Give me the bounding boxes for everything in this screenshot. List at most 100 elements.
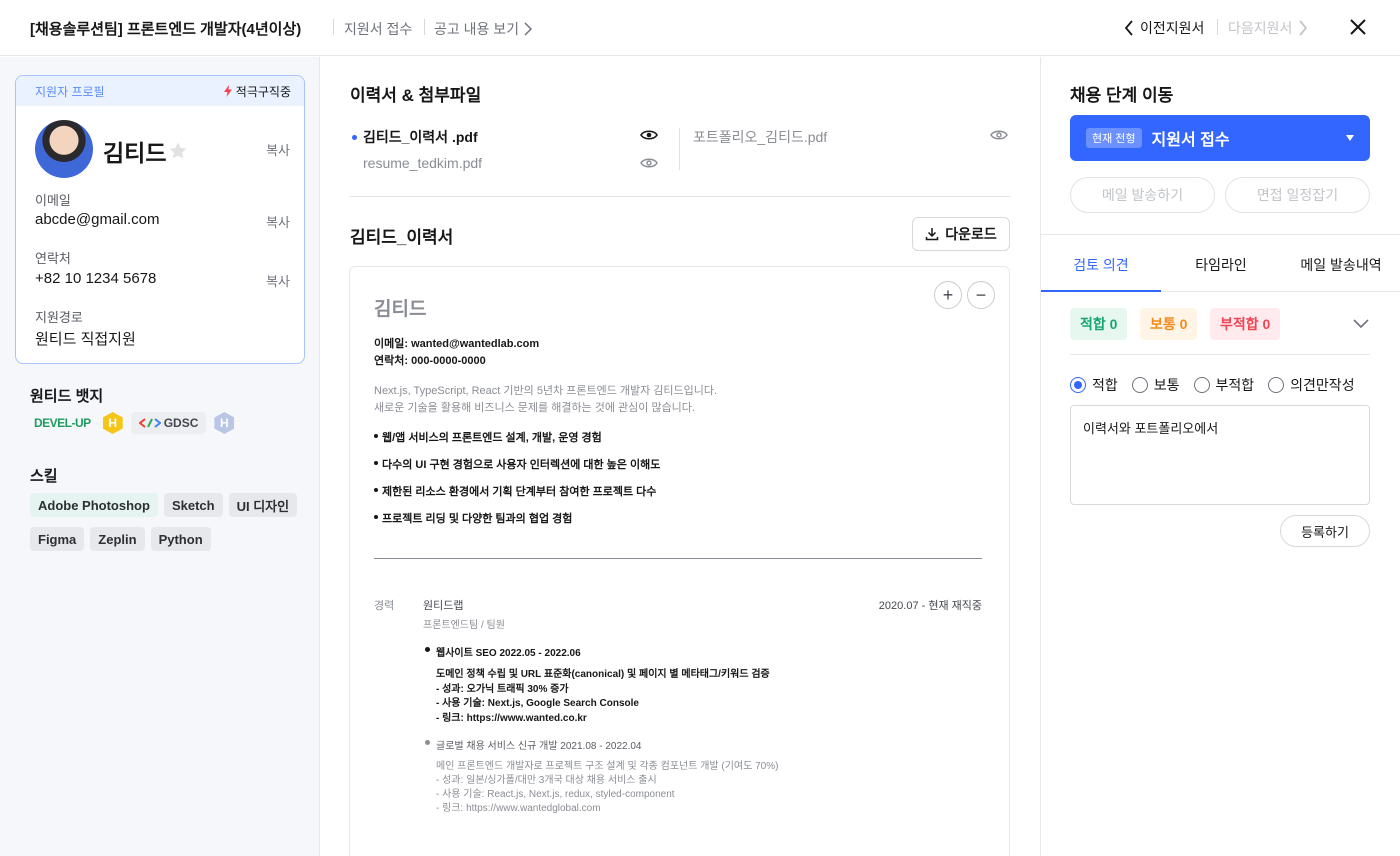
gdsc-badge: GDSC xyxy=(130,412,207,434)
eye-icon[interactable] xyxy=(640,157,658,169)
profile-card-label: 지원자 프로필 xyxy=(35,84,105,99)
project-line: - 링크: https://www.wanted.co.kr xyxy=(436,713,587,724)
career-period: 2020.07 - 현재 재직중 xyxy=(878,600,982,612)
chevron-right-icon xyxy=(1299,20,1308,36)
star-icon[interactable] xyxy=(168,141,188,161)
skill-tag: UI 디자인 xyxy=(228,493,298,517)
email-value: abcde@gmail.com xyxy=(35,211,160,228)
divider xyxy=(333,19,334,35)
radio-unfit[interactable]: 부적합 xyxy=(1193,375,1254,395)
unfit-count-chip: 부적합 0 xyxy=(1210,308,1281,340)
radio-circle xyxy=(1268,377,1285,393)
radio-comment-only[interactable]: 의견만작성 xyxy=(1268,375,1355,395)
project-line: - 사용 기술: React.js, Next.js, redux, style… xyxy=(436,789,675,800)
file-name: resume_tedkim.pdf xyxy=(363,155,483,171)
resume-email: 이메일: wanted@wantedlab.com xyxy=(374,338,540,350)
skill-tag: Python xyxy=(150,527,211,551)
project-title: 웹사이트 SEO 2022.05 - 2022.06 xyxy=(436,648,581,659)
copy-name-button[interactable]: 복사 xyxy=(266,140,290,159)
source-label: 지원경로 xyxy=(35,310,83,325)
resume-viewer[interactable]: + − 김티드 이메일: wanted@wantedlab.com 연락처: 0… xyxy=(349,266,1010,856)
divider xyxy=(679,128,680,170)
applicant-name: 김티드 xyxy=(103,140,167,166)
tab-timeline[interactable]: 타임라인 xyxy=(1161,255,1281,275)
zoom-out-button[interactable]: − xyxy=(967,281,995,309)
send-mail-button[interactable]: 메일 발송하기 xyxy=(1070,177,1215,213)
resume-bullet: 다수의 UI 구현 경험으로 사용자 인터렉션에 대한 높은 이해도 xyxy=(373,456,660,472)
next-applicant-button[interactable]: 다음지원서 xyxy=(1228,18,1308,38)
resume-bullet: 제한된 리소스 환경에서 기획 단계부터 참여한 프로젝트 다수 xyxy=(373,483,656,499)
radio-normal[interactable]: 보통 xyxy=(1131,375,1180,395)
file-item[interactable]: 김티드_이력서 .pdf xyxy=(352,127,478,147)
application-status: 지원서 접수 xyxy=(344,21,413,37)
submit-review-button[interactable]: 등록하기 xyxy=(1280,515,1370,547)
active-tab-indicator xyxy=(1041,290,1161,292)
project-bullet xyxy=(425,740,430,745)
radio-fit[interactable]: 적합 xyxy=(1070,375,1118,395)
source-value: 원티드 직접지원 xyxy=(35,331,136,348)
document-title: 김티드_이력서 xyxy=(350,228,454,247)
view-posting-link[interactable]: 공고 내용 보기 xyxy=(434,19,533,39)
project-line: 도메인 정책 수립 및 URL 표준화(canonical) 및 페이지 별 메… xyxy=(436,669,770,680)
download-label: 다운로드 xyxy=(945,226,997,242)
file-name: 포트폴리오_김티드.pdf xyxy=(693,129,828,145)
tab-review[interactable]: 검토 의견 xyxy=(1041,255,1161,275)
hackathon-badge: H xyxy=(102,412,123,434)
radio-circle xyxy=(1131,377,1148,393)
applicant-sidebar: 지원자 프로필 적극구직중 김티드 복사 이메일 abcde@gmail.com… xyxy=(0,57,320,856)
team-role: 프론트엔드팀 / 팀원 xyxy=(423,620,505,631)
phone-value: +82 10 1234 5678 xyxy=(35,270,157,287)
project-line: - 성과: 오가닉 트래픽 30% 증가 xyxy=(436,684,569,695)
stage-select[interactable]: 현재 전형 지원서 접수 xyxy=(1070,115,1370,161)
job-status-badge: 적극구직중 xyxy=(223,83,291,100)
job-status-label: 적극구직중 xyxy=(235,84,291,99)
top-bar: [채용솔루션팀] 프론트엔드 개발자(4년이상) 지원서 접수 공고 내용 보기… xyxy=(0,0,1400,56)
files-title: 이력서 & 첨부파일 xyxy=(350,86,482,105)
prev-applicant-button[interactable]: 이전지원서 xyxy=(1124,18,1204,38)
download-button[interactable]: 다운로드 xyxy=(912,217,1010,251)
eye-icon[interactable] xyxy=(640,129,658,141)
badges-list: DEVEL-UP H GDSC H xyxy=(30,412,235,434)
phone-label: 연락처 xyxy=(35,251,71,266)
normal-count-chip: 보통 0 xyxy=(1140,308,1198,340)
review-comment-input[interactable]: 이력서와 포트폴리오에서 xyxy=(1070,405,1370,505)
project-line: - 성과: 일본/싱가폴/대만 3개국 대상 채용 서비스 출시 xyxy=(436,775,657,786)
file-item[interactable]: resume_tedkim.pdf xyxy=(363,155,482,171)
resume-bullet: 웹/앱 서비스의 프론트엔드 설계, 개발, 운영 경험 xyxy=(374,429,602,445)
skills-list: Adobe Photoshop Sketch UI 디자인 Figma Zepl… xyxy=(30,493,300,551)
resume-divider xyxy=(374,558,982,559)
avatar xyxy=(35,120,93,178)
company-name: 원티드랩 xyxy=(423,600,464,612)
resume-panel: 이력서 & 첨부파일 김티드_이력서 .pdf resume_tedkim.pd… xyxy=(321,57,1040,856)
review-options: 적합 보통 부적합 의견만작성 xyxy=(1070,375,1355,395)
profile-card-header: 지원자 프로필 적극구직중 xyxy=(16,76,304,106)
copy-phone-button[interactable]: 복사 xyxy=(266,271,290,290)
caret-down-icon xyxy=(1346,135,1354,141)
lightning-icon xyxy=(223,85,232,97)
resume-phone: 연락처: 000-0000-0000 xyxy=(374,355,486,367)
profile-card: 지원자 프로필 적극구직중 김티드 복사 이메일 abcde@gmail.com… xyxy=(15,75,305,364)
eye-icon[interactable] xyxy=(990,129,1008,141)
close-icon[interactable] xyxy=(1346,15,1370,39)
radio-label: 적합 xyxy=(1092,377,1118,393)
selected-dot xyxy=(352,134,357,140)
resume-name: 김티드 xyxy=(374,299,427,320)
tab-mail-history[interactable]: 메일 발송내역 xyxy=(1281,255,1400,275)
gdsc-logo-icon xyxy=(138,418,161,428)
applicant-name-row: 김티드 xyxy=(103,134,188,168)
divider xyxy=(1217,19,1218,35)
file-item[interactable]: 포트폴리오_김티드.pdf xyxy=(693,127,827,147)
career-label: 경력 xyxy=(374,600,395,612)
resume-intro: Next.js, TypeScript, React 기반의 5년차 프론트엔드… xyxy=(374,385,718,397)
skills-title: 스킬 xyxy=(30,468,58,485)
chevron-down-icon[interactable] xyxy=(1353,319,1369,329)
zoom-in-button[interactable]: + xyxy=(934,281,962,309)
skill-tag: Adobe Photoshop xyxy=(30,493,158,517)
download-icon xyxy=(925,228,939,241)
next-applicant-label: 다음지원서 xyxy=(1228,20,1293,36)
project-line: - 링크: https://www.wantedglobal.com xyxy=(436,803,601,814)
chevron-right-icon xyxy=(524,22,533,36)
project-line: - 사용 기술: Next.js, Google Search Console xyxy=(436,698,639,709)
copy-email-button[interactable]: 복사 xyxy=(266,212,290,231)
schedule-interview-button[interactable]: 면접 일정잡기 xyxy=(1225,177,1370,213)
